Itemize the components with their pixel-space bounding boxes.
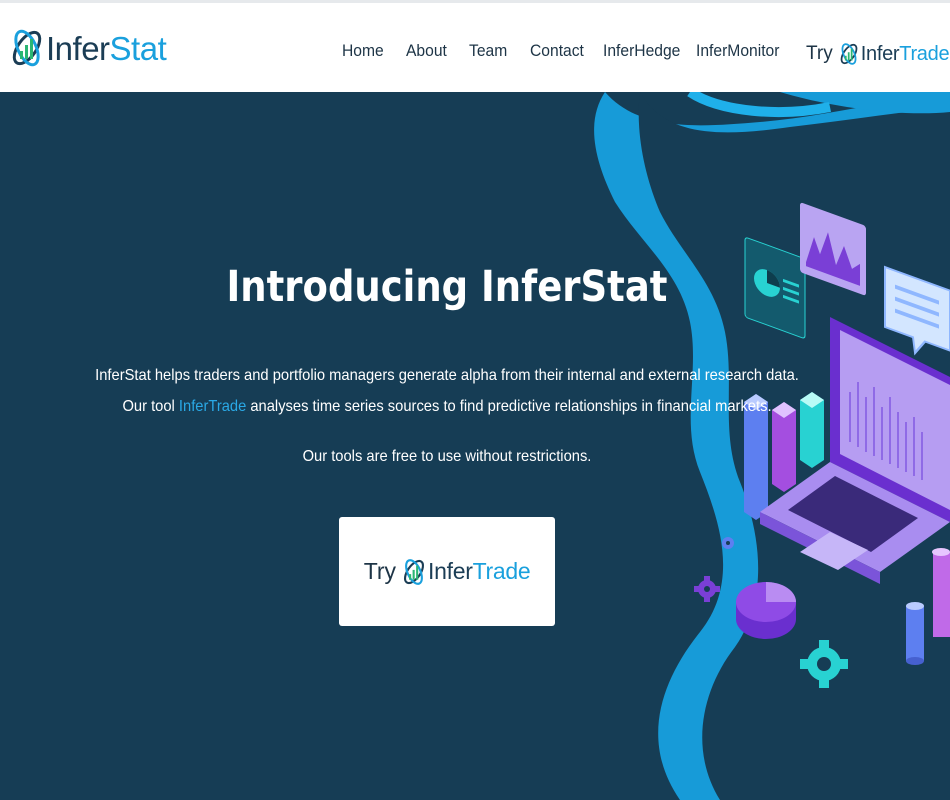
site-header: InferStat Home About Team Contact InferH… [0,0,950,92]
hero-cta-try-label: Try [363,558,397,584]
nav-try-infertrade-button[interactable]: Try Infer Trade [806,37,950,71]
analytics-laptop-illustration [594,92,950,800]
hero-try-infertrade-button[interactable]: Try Infer Trade [339,517,555,626]
nav-home[interactable]: Home [342,41,384,61]
nav-about[interactable]: About [406,41,447,61]
hero-description-line1: InferStat helps traders and portfolio ma… [95,367,799,384]
nav-cta-brand-part1: Infer [860,42,900,65]
nav-cta-brand-part2: Trade [899,42,950,65]
hero-free-note: Our tools are free to use without restri… [302,448,592,465]
nav-infermonitor[interactable]: InferMonitor [696,41,779,61]
hero-cta-brand-part1: Infer [428,558,473,584]
hero-section: Introducing InferStat InferStat helps tr… [0,92,950,800]
infer-logo-icon [840,43,858,65]
hero-title: Introducing InferStat [226,262,668,312]
infer-logo-icon [404,558,425,585]
nav-inferhedge[interactable]: InferHedge [603,41,680,61]
hero-line2-before: Our tool [122,398,179,415]
infertrade-link[interactable]: InferTrade [179,398,246,415]
nav-cta-try-label: Try [806,43,833,64]
hero-description-line2: Our tool InferTrade analyses time series… [36,398,858,416]
nav-team[interactable]: Team [469,41,507,61]
hero-cta-brand-part2: Trade [472,558,531,584]
hero-line2-after: analyses time series sources to find pre… [246,398,772,415]
nav-contact[interactable]: Contact [530,41,584,61]
